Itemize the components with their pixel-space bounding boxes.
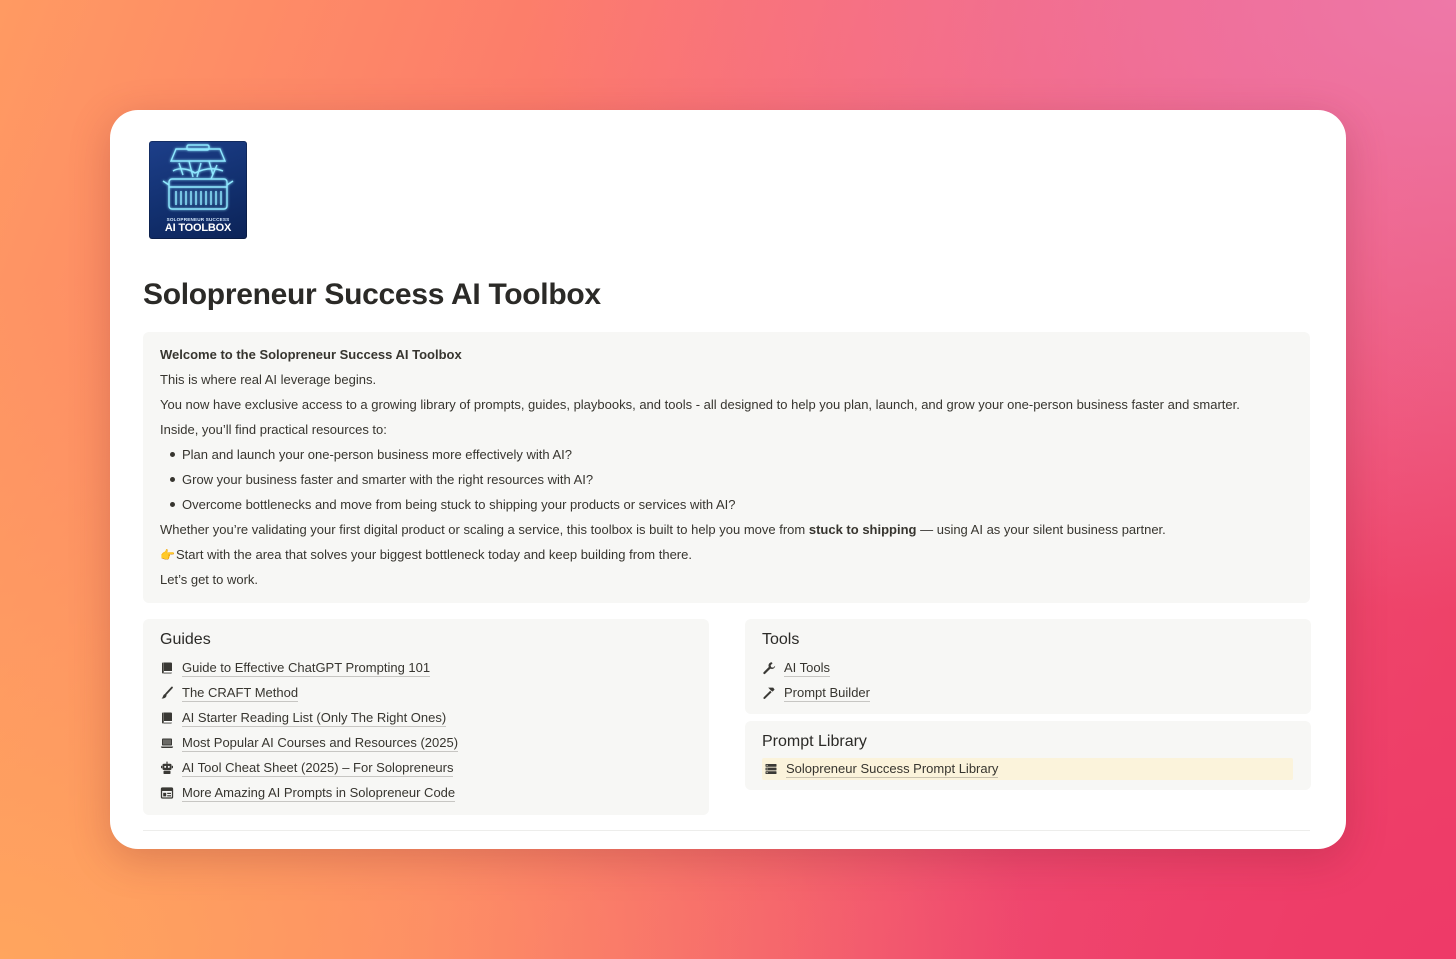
prompt-library-link-label[interactable]: Solopreneur Success Prompt Library <box>786 761 999 778</box>
welcome-callout: Welcome to the Solopreneur Success AI To… <box>143 332 1310 603</box>
guide-link-label[interactable]: The CRAFT Method <box>182 685 299 702</box>
tools-link-label[interactable]: Prompt Builder <box>784 685 870 702</box>
guide-link-reading-list[interactable]: AI Starter Reading List (Only The Right … <box>160 708 447 728</box>
guide-link-ai-courses[interactable]: Most Popular AI Courses and Resources (2… <box>160 733 459 753</box>
callout-line-4-bold: stuck to shipping <box>808 522 917 537</box>
guide-link-label[interactable]: AI Tool Cheat Sheet (2025) – For Solopre… <box>182 760 454 777</box>
notion-page-window: SOLOPRENEUR SUCCESS AI TOOLBOX Soloprene… <box>110 110 1346 849</box>
bullet-dot <box>170 477 175 482</box>
callout-line-5-text: Start with the area that solves your big… <box>176 547 692 562</box>
guide-link-label[interactable]: AI Starter Reading List (Only The Right … <box>182 710 447 727</box>
guide-link-more-prompts[interactable]: More Amazing AI Prompts in Solopreneur C… <box>160 783 456 803</box>
tools-link-ai-tools[interactable]: AI Tools <box>762 658 831 678</box>
window-icon <box>160 786 174 800</box>
pointing-hand-icon: 👉 <box>160 548 175 562</box>
tools-link-label[interactable]: AI Tools <box>784 660 831 677</box>
laptop-icon <box>160 736 174 750</box>
wrench-icon <box>762 661 776 675</box>
guide-link-cheat-sheet[interactable]: AI Tool Cheat Sheet (2025) – For Solopre… <box>160 758 454 778</box>
callout-line-5: 👉Start with the area that solves your bi… <box>160 546 692 564</box>
bullet-dot <box>170 502 175 507</box>
callout-line-4-end: — using AI as your silent business partn… <box>916 522 1166 537</box>
page-title: Solopreneur Success AI Toolbox <box>143 278 601 311</box>
callout-line-6: Let’s get to work. <box>160 572 259 587</box>
callout-line-4: Whether you’re validating your first dig… <box>160 521 1166 539</box>
guide-link-chatgpt-prompting[interactable]: Guide to Effective ChatGPT Prompting 101 <box>160 658 431 678</box>
guide-link-label[interactable]: More Amazing AI Prompts in Solopreneur C… <box>182 785 456 802</box>
page-divider <box>143 830 1310 831</box>
callout-line-3: Inside, you’ll find practical resources … <box>160 422 387 437</box>
database-icon <box>764 762 778 776</box>
prompt-library-link[interactable]: Solopreneur Success Prompt Library <box>762 758 1293 780</box>
guide-link-label[interactable]: Most Popular AI Courses and Resources (2… <box>182 735 459 752</box>
callout-bullet-1: Plan and launch your one-person business… <box>182 447 572 462</box>
callout-heading: Welcome to the Solopreneur Success AI To… <box>160 347 462 362</box>
logo-big-text: AI TOOLBOX <box>164 222 232 234</box>
callout-bullet-2: Grow your business faster and smarter wi… <box>182 472 594 487</box>
tools-title: Tools <box>762 631 800 648</box>
book-icon <box>160 661 174 675</box>
guide-link-label[interactable]: Guide to Effective ChatGPT Prompting 101 <box>182 660 431 677</box>
guides-card: Guides Guide to Effective ChatGPT Prompt… <box>143 619 709 815</box>
callout-line-4-start: Whether you’re validating your first dig… <box>160 522 809 537</box>
callout-line-1: This is where real AI leverage begins. <box>160 372 377 387</box>
tools-card: Tools AI Tools Prompt Builder <box>745 619 1311 714</box>
prompt-library-card: Prompt Library Solopreneur Success Promp… <box>745 721 1311 790</box>
hammer-icon <box>762 686 776 700</box>
tools-link-prompt-builder[interactable]: Prompt Builder <box>762 683 870 703</box>
bullet-dot <box>170 452 175 457</box>
guides-title: Guides <box>160 631 211 648</box>
prompt-library-title: Prompt Library <box>762 733 867 750</box>
toolbox-logo: SOLOPRENEUR SUCCESS AI TOOLBOX <box>149 141 247 239</box>
paintbrush-icon <box>160 686 174 700</box>
guide-link-craft-method[interactable]: The CRAFT Method <box>160 683 299 703</box>
book-icon <box>160 711 174 725</box>
callout-bullet-3: Overcome bottlenecks and move from being… <box>182 497 736 512</box>
robot-icon <box>160 761 174 775</box>
callout-line-2: You now have exclusive access to a growi… <box>160 397 1240 412</box>
